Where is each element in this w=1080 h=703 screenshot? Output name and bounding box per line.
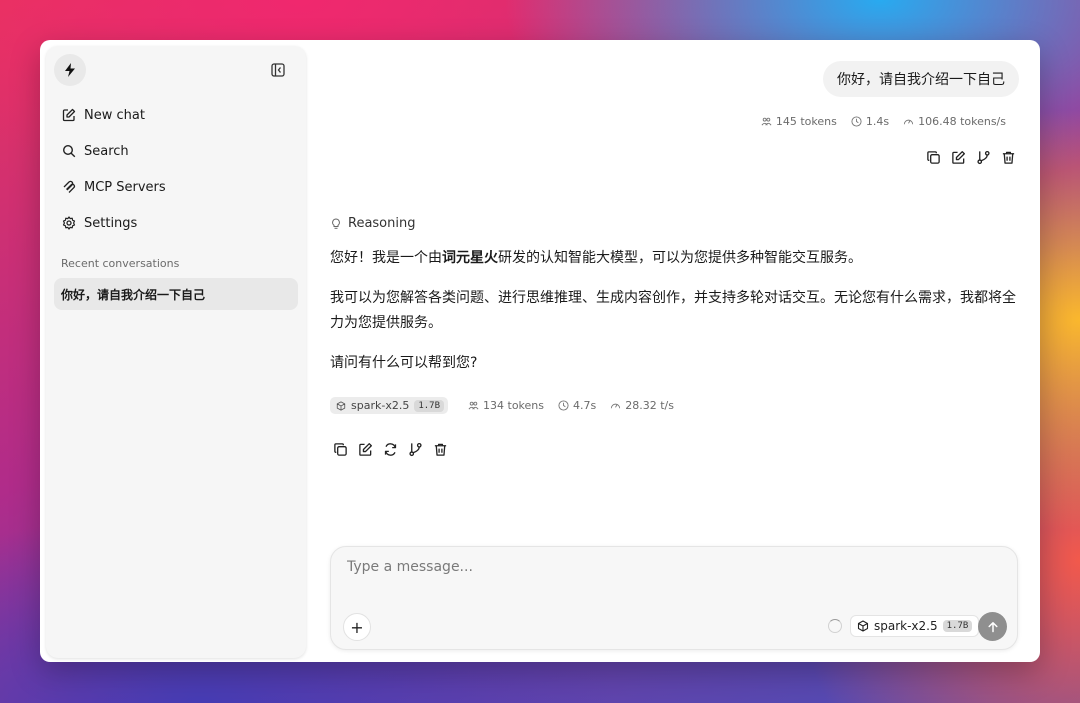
response-time: 4.7s (558, 399, 596, 412)
mcp-servers-button[interactable]: MCP Servers (62, 175, 166, 199)
token-speed-text: 106.48 tokens/s (918, 115, 1006, 128)
lightbulb-icon (332, 217, 340, 229)
token-speed: 28.32 t/s (610, 399, 674, 412)
sidebar: New chat Search MCP Servers Settings Rec… (46, 46, 306, 658)
search-icon (62, 144, 76, 158)
edit-icon (62, 108, 76, 122)
settings-button[interactable]: Settings (62, 211, 137, 235)
branch-button[interactable] (407, 441, 423, 457)
message-input[interactable] (347, 559, 997, 599)
model-selector-name: spark-x2.5 (874, 619, 938, 633)
gauge-icon (903, 119, 914, 125)
answer-p1-bold: 词元星火 (442, 250, 498, 266)
user-message-stats: 145 tokens 1.4s 106.48 tokens/s (761, 115, 1006, 128)
add-attachment-button[interactable]: + (343, 613, 371, 641)
recent-conversation-item[interactable]: 你好，请自我介绍一下自己 (54, 278, 298, 310)
model-size-tag: 1.7B (414, 399, 445, 412)
delete-button[interactable] (1000, 149, 1016, 165)
git-branch-icon (408, 442, 422, 456)
assistant-message: 您好！我是一个由词元星火研发的认知智能大模型，可以为您提供多种智能交互服务。 我… (330, 246, 1020, 391)
copy-icon (333, 442, 347, 456)
gauge-icon (611, 403, 621, 409)
user-message-actions (925, 149, 1016, 165)
nav-label-mcp-servers: MCP Servers (84, 179, 166, 195)
sidebar-collapse-icon (271, 63, 285, 77)
edit-message-button[interactable] (950, 149, 966, 165)
search-button[interactable]: Search (62, 139, 129, 163)
clock-icon (851, 116, 862, 127)
message-composer: + spark-x2.5 1.7B (330, 546, 1018, 650)
model-badge: spark-x2.5 1.7B (330, 397, 449, 414)
nav-label-new-chat: New chat (84, 107, 145, 123)
clock-icon (558, 400, 569, 411)
model-size-tag: 1.7B (942, 620, 973, 632)
token-speed: 106.48 tokens/s (903, 115, 1006, 128)
model-selector[interactable]: spark-x2.5 1.7B (850, 615, 980, 637)
copy-button[interactable] (332, 441, 348, 457)
nav-label-settings: Settings (84, 215, 138, 231)
app-logo[interactable] (54, 54, 86, 86)
answer-paragraph-3: 请问有什么可以帮到您? (330, 355, 478, 371)
edit-icon (358, 442, 372, 456)
token-count: 134 tokens (468, 399, 544, 412)
regenerate-button[interactable] (382, 441, 398, 457)
nav-label-search: Search (84, 143, 129, 159)
arrow-up-icon (987, 621, 998, 632)
branch-button[interactable] (975, 149, 991, 165)
assistant-message-actions (332, 441, 448, 457)
sidebar-collapse-button[interactable] (270, 62, 286, 78)
answer-paragraph-2: 我可以为您解答各类问题、进行思维推理、生成内容创作，并支持多轮对话交互。无论您有… (330, 290, 1016, 331)
edit-icon (951, 150, 965, 164)
recent-conversation-title: 你好，请自我介绍一下自己 (61, 287, 206, 302)
token-speed-text: 28.32 t/s (625, 399, 674, 412)
model-badge-name: spark-x2.5 (351, 399, 410, 412)
token-count-text: 134 tokens (483, 399, 544, 412)
copy-icon (926, 150, 940, 164)
answer-p1-after: 研发的认知智能大模型，可以为您提供多种智能交互服务。 (498, 250, 862, 266)
cube-icon (857, 620, 869, 632)
trash-icon (1002, 151, 1014, 164)
response-time: 1.4s (851, 115, 889, 128)
plus-icon: + (350, 617, 364, 637)
gear-icon (62, 216, 76, 230)
git-branch-icon (976, 150, 990, 164)
response-time-text: 4.7s (573, 399, 597, 412)
delete-button[interactable] (432, 441, 448, 457)
copy-button[interactable] (925, 149, 941, 165)
trash-icon (434, 443, 446, 456)
reasoning-label: Reasoning (348, 216, 416, 231)
response-time-text: 1.4s (865, 115, 890, 128)
user-message-text: 你好，请自我介绍一下自己 (837, 72, 1005, 88)
token-count-text: 145 tokens (775, 115, 837, 128)
edit-message-button[interactable] (357, 441, 373, 457)
lightning-logo-icon (65, 63, 75, 77)
new-chat-button[interactable]: New chat (62, 103, 145, 127)
refresh-icon (384, 442, 396, 456)
mcp-icon (63, 180, 76, 193)
recent-conversations-label: Recent conversations (61, 257, 180, 270)
app-window: New chat Search MCP Servers Settings Rec… (40, 40, 1040, 662)
tokens-icon (761, 117, 772, 126)
user-message-bubble: 你好，请自我介绍一下自己 (823, 61, 1019, 97)
answer-p1-before: 您好！我是一个由 (330, 250, 442, 266)
answer-paragraph-1: 您好！我是一个由词元星火研发的认知智能大模型，可以为您提供多种智能交互服务。 (330, 246, 1020, 271)
loading-spinner-icon (828, 619, 842, 633)
assistant-message-stats: spark-x2.5 1.7B 134 tokens 4.7s 28.32 t/… (330, 397, 674, 414)
tokens-icon (468, 401, 479, 410)
reasoning-toggle[interactable]: Reasoning (330, 216, 415, 231)
send-button[interactable] (978, 612, 1007, 641)
token-count: 145 tokens (761, 115, 837, 128)
cube-icon (336, 400, 346, 411)
